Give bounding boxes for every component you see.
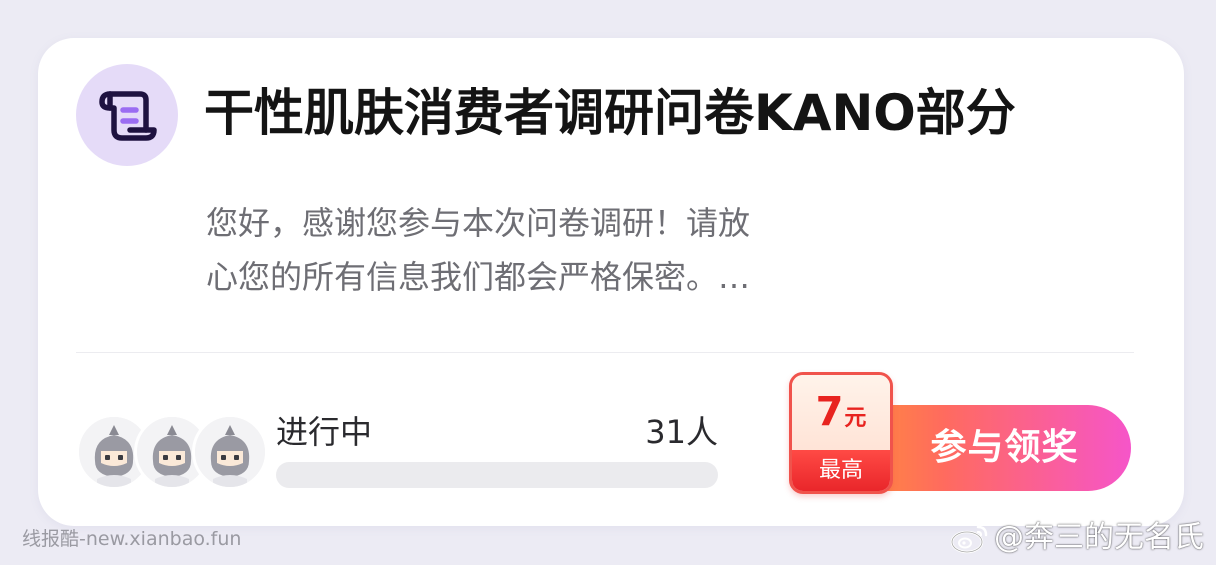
survey-status: 进行中 xyxy=(276,413,373,451)
survey-description: 您好，感谢您参与本次问卷调研！请放 心您的所有信息我们都会严格保密。… xyxy=(206,196,846,304)
participant-count: 31人 xyxy=(645,413,718,451)
join-reward-label: 参与领奖 xyxy=(930,427,1079,468)
divider xyxy=(76,352,1134,353)
scroll-document-icon xyxy=(99,91,157,141)
participant-avatar xyxy=(192,414,268,490)
progress-bar xyxy=(276,462,718,488)
reward-unit: 元 xyxy=(844,406,867,431)
watermark-left: 线报酷-new.xianbao.fun xyxy=(22,528,242,550)
description-line-1: 您好，感谢您参与本次问卷调研！请放 xyxy=(206,204,751,242)
watermark-right: @奔三的无名氏 xyxy=(950,518,1204,558)
page: 干性肌肤消费者调研问卷KANO部分 您好，感谢您参与本次问卷调研！请放 心您的所… xyxy=(0,0,1216,565)
reward-tag: 7元 最高 xyxy=(789,372,893,494)
survey-icon-badge xyxy=(76,64,178,166)
ninja-avatar-icon xyxy=(195,417,265,487)
reward-caption: 最高 xyxy=(792,450,890,491)
survey-title: 干性肌肤消费者调研问卷KANO部分 xyxy=(204,84,1016,142)
reward-amount-area: 7元 xyxy=(792,375,890,453)
description-line-2: 心您的所有信息我们都会严格保密。… xyxy=(206,258,751,296)
watermark-right-text: @奔三的无名氏 xyxy=(994,520,1204,555)
reward-amount: 7 xyxy=(815,389,844,435)
weibo-icon xyxy=(950,525,988,554)
